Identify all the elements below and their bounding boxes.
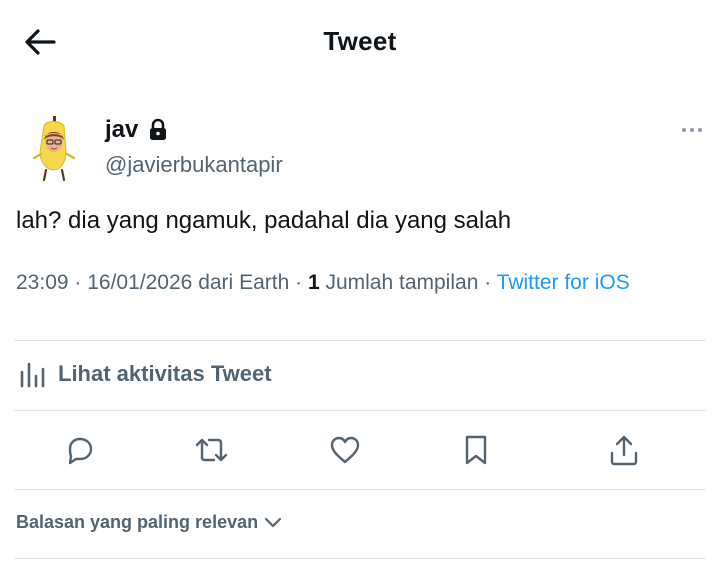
- divider: [14, 410, 706, 411]
- location-prefix: dari: [198, 271, 234, 294]
- more-dot-icon: [698, 128, 702, 132]
- replies-sort-label: Balasan yang paling relevan: [16, 512, 259, 532]
- views-count: 1: [307, 271, 320, 294]
- avatar[interactable]: [26, 112, 82, 184]
- tweet-meta: 23:09 · 16/01/2026 dari Earth · 1 Jumlah…: [16, 271, 630, 294]
- tweet-time[interactable]: 23:09: [16, 271, 69, 294]
- bookmark-icon: [465, 435, 487, 465]
- divider: [14, 558, 706, 559]
- tweet-location: Earth: [239, 271, 290, 294]
- banana-avatar: [32, 116, 76, 182]
- bookmark-button[interactable]: [456, 430, 496, 470]
- more-dot-icon: [682, 128, 686, 132]
- page-title: Tweet: [323, 26, 397, 56]
- display-name: jav: [105, 116, 139, 143]
- heart-icon: [330, 436, 360, 464]
- tweet-source[interactable]: Twitter for iOS: [497, 271, 630, 294]
- tweet-text: lah? dia yang ngamuk, padahal dia yang s…: [16, 207, 512, 234]
- tweet-activity-link[interactable]: Lihat aktivitas Tweet: [18, 360, 272, 388]
- author-handle[interactable]: @javierbukantapir: [105, 152, 283, 178]
- chevron-down-icon: [265, 517, 282, 527]
- views-label: Jumlah tampilan: [325, 271, 479, 294]
- lock-icon: [150, 118, 167, 140]
- divider: [14, 340, 706, 341]
- share-button[interactable]: [604, 430, 644, 470]
- author-name-row[interactable]: jav: [105, 116, 170, 144]
- more-dot-icon: [690, 128, 694, 132]
- top-bar: Tweet: [0, 0, 720, 86]
- like-button[interactable]: [325, 430, 365, 470]
- replies-sort-dropdown[interactable]: Balasan yang paling relevan: [16, 512, 282, 533]
- bar-chart-icon: [20, 362, 45, 388]
- tweet-date[interactable]: 16/01/2026: [87, 271, 192, 294]
- share-icon: [610, 435, 638, 466]
- reply-button[interactable]: [60, 430, 100, 470]
- retweet-icon: [195, 438, 228, 462]
- comment-icon: [68, 437, 93, 465]
- divider: [14, 489, 706, 490]
- activity-label: Lihat aktivitas Tweet: [58, 361, 272, 386]
- more-options-button[interactable]: [678, 122, 706, 138]
- tweet-author: jav @javierbukantapir: [0, 108, 720, 188]
- retweet-button[interactable]: [192, 430, 232, 470]
- tweet-action-bar: [0, 420, 720, 484]
